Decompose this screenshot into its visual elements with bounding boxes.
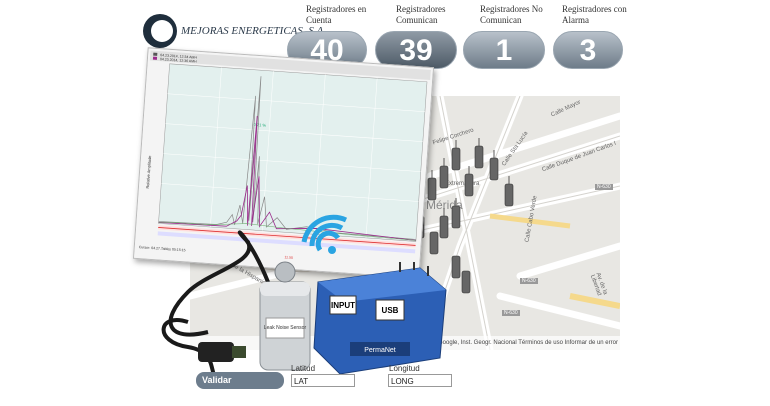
long-label: Longitud — [389, 364, 420, 373]
logger-usb-label: USB — [382, 306, 399, 315]
stat-label-en-cuenta: Registradores en Cuenta — [306, 4, 367, 25]
logo-mark-icon — [143, 14, 177, 48]
validate-coordinates-button[interactable]: Validar Coordenadas — [196, 372, 284, 402]
stat-value-con-alarma[interactable]: 3 — [553, 31, 623, 69]
stat-label-con-alarma: Registradores con Alarma — [562, 4, 627, 25]
stat-value-no-comunican[interactable]: 1 — [463, 31, 545, 69]
sensor-label: Leak Noise Sensor — [264, 325, 307, 331]
stat-label-comunican: Registradores Comunican — [396, 4, 446, 25]
lat-label: Latitud — [291, 364, 316, 373]
company-logo: MEJORAS ENERGETICAS, S.A. — [143, 14, 326, 50]
permanet-logger-image: INPUT USB PermaNet — [313, 262, 447, 375]
lat-input[interactable]: LAT — [291, 374, 355, 387]
stat-label-no-comunican: Registradores No Comunican — [480, 4, 543, 25]
chart-peak-label: 0.21 % — [253, 122, 266, 128]
logger-input-label: INPUT — [331, 301, 355, 310]
logger-brand-label: PermaNet — [364, 347, 396, 354]
long-input[interactable]: LONG — [388, 374, 452, 387]
